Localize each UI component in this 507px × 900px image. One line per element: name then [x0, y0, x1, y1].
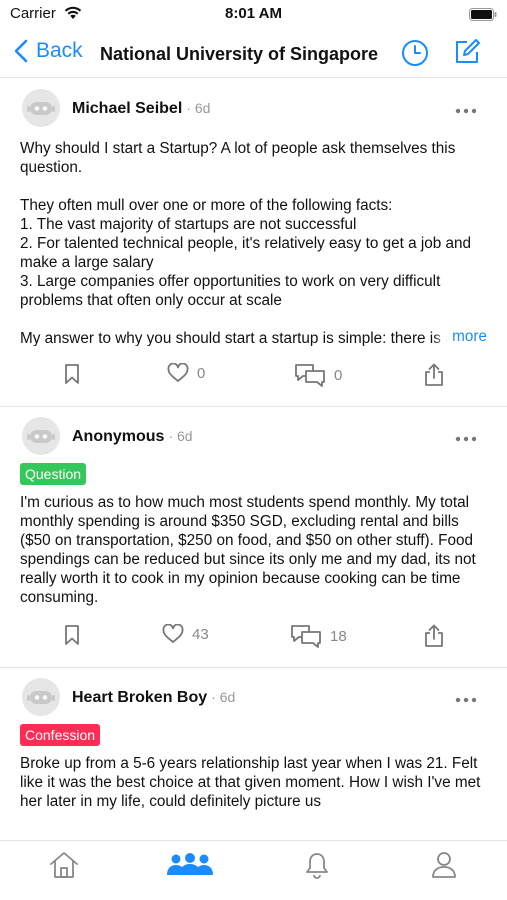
bell-icon: [306, 853, 328, 879]
ellipsis-icon: [455, 108, 477, 114]
post-card[interactable]: Heart Broken Boy · 6d Confession Broke up…: [0, 668, 507, 811]
post-age: · 6d: [186, 100, 211, 116]
post-header: Michael Seibel · 6d: [20, 89, 487, 129]
battery-icon: [469, 8, 497, 26]
compose-button[interactable]: [453, 38, 481, 71]
heart-icon: [162, 624, 184, 643]
author-name[interactable]: Michael Seibel · 6d: [72, 100, 210, 118]
comment-button[interactable]: 0: [294, 363, 342, 387]
like-count: 43: [192, 625, 209, 643]
read-more-link[interactable]: more: [434, 327, 487, 346]
post-actions: 0 0: [20, 346, 487, 406]
tab-groups[interactable]: [166, 853, 214, 882]
post-header: Heart Broken Boy · 6d: [20, 678, 487, 718]
post-body[interactable]: Why should I start a Startup? A lot of p…: [20, 139, 487, 346]
like-button[interactable]: 43: [162, 624, 209, 644]
ellipsis-icon: [455, 697, 477, 703]
robot-avatar-icon: [22, 678, 60, 716]
more-options-button[interactable]: [455, 429, 477, 447]
author-label: Michael Seibel: [72, 100, 183, 117]
share-button[interactable]: [423, 363, 445, 387]
profile-icon: [432, 852, 456, 878]
robot-avatar-icon: [22, 417, 60, 455]
heart-icon: [167, 363, 189, 382]
chevron-left-icon: [14, 39, 28, 63]
like-button[interactable]: 0: [167, 363, 205, 383]
comments-icon: [291, 625, 321, 648]
ellipsis-icon: [455, 436, 477, 442]
back-label: Back: [36, 39, 83, 62]
status-bar: Carrier 8:01 AM: [0, 0, 507, 30]
post-card[interactable]: Anonymous · 6d Question I'm curious as to…: [0, 407, 507, 668]
like-count: 0: [197, 364, 206, 382]
more-options-button[interactable]: [455, 101, 477, 119]
comment-button[interactable]: 18: [290, 624, 347, 648]
robot-avatar-icon: [22, 89, 60, 127]
bookmark-button[interactable]: [64, 624, 80, 646]
author-label: Heart Broken Boy: [72, 689, 208, 706]
avatar[interactable]: [22, 89, 60, 127]
bookmark-icon: [65, 625, 79, 645]
groups-icon: [167, 853, 213, 875]
post-age: · 6d: [168, 428, 193, 444]
avatar[interactable]: [22, 678, 60, 716]
tab-notifications[interactable]: [304, 851, 330, 884]
question-tag[interactable]: Question: [20, 463, 87, 485]
tab-profile[interactable]: [431, 851, 457, 884]
comment-count: 0: [334, 366, 343, 384]
posts-feed[interactable]: Michael Seibel · 6d Why should I start a …: [0, 79, 507, 840]
tab-home[interactable]: [49, 851, 79, 884]
post-body[interactable]: I'm curious as to how much most students…: [20, 493, 487, 607]
post-actions: 43 18: [20, 607, 487, 667]
tab-bar: [0, 840, 507, 900]
comments-icon: [295, 364, 325, 387]
page-title: National University of Singapore: [100, 44, 379, 64]
bookmark-icon: [65, 364, 79, 384]
back-button[interactable]: Back: [14, 39, 83, 63]
author-name[interactable]: Anonymous · 6d: [72, 428, 193, 446]
history-button[interactable]: [401, 39, 429, 72]
share-icon: [425, 363, 443, 386]
post-body[interactable]: Broke up from a 5-6 years relationship l…: [20, 754, 487, 811]
avatar[interactable]: [22, 417, 60, 455]
confession-tag[interactable]: Confession: [20, 724, 101, 746]
author-name[interactable]: Heart Broken Boy · 6d: [72, 689, 235, 707]
author-label: Anonymous: [72, 428, 165, 445]
share-button[interactable]: [423, 624, 445, 648]
clock-icon: [402, 40, 428, 66]
comment-count: 18: [330, 627, 347, 645]
compose-icon: [456, 39, 480, 63]
home-icon: [50, 852, 78, 878]
post-card[interactable]: Michael Seibel · 6d Why should I start a …: [0, 79, 507, 407]
post-age: · 6d: [211, 689, 236, 705]
more-options-button[interactable]: [455, 690, 477, 708]
bookmark-button[interactable]: [64, 363, 80, 385]
share-icon: [425, 624, 443, 647]
post-header: Anonymous · 6d: [20, 417, 487, 457]
status-time: 8:01 AM: [225, 5, 282, 22]
navigation-bar: Back National University of Singapore: [0, 30, 507, 78]
